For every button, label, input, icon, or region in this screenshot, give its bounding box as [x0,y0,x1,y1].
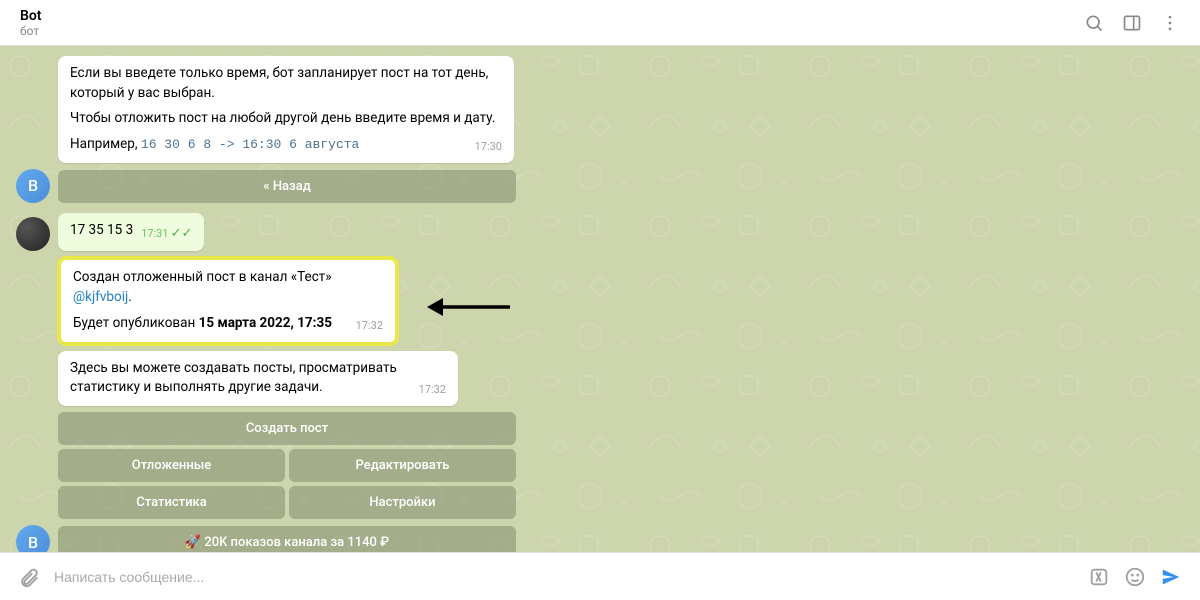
inline-button-create-post[interactable]: Создать пост [58,412,516,445]
message-row: B « Назад [16,169,1184,203]
user-message-bubble[interactable]: 17 35 15 3 17:31 ✓✓ [58,213,204,252]
message-text: Здесь вы можете создавать посты, просмат… [70,360,397,396]
bot-message-bubble[interactable]: Если вы введете только время, бот заплан… [58,56,514,163]
message-time: 17:32 [356,318,383,334]
message-input[interactable] [54,569,1074,585]
message-text: Будет опубликован [73,315,199,331]
message-time: 17:32 [419,382,446,398]
inline-button-settings[interactable]: Настройки [289,486,516,519]
inline-button-back[interactable]: « Назад [58,170,516,203]
inline-keyboard: Создать пост Отложенные Редактировать Ст… [58,412,516,519]
message-text: 17 35 15 3 [70,222,133,238]
message-time: 17:31 ✓✓ [141,225,192,244]
user-avatar[interactable] [16,217,50,251]
sidebar-toggle-icon[interactable] [1122,13,1142,33]
message-bold-date: 15 марта 2022, 17:35 [199,315,332,331]
chat-area: Если вы введете только время, бот заплан… [0,46,1200,552]
search-icon[interactable] [1084,13,1104,33]
read-checks-icon: ✓✓ [171,225,193,244]
code-example: 16 30 6 8 -> 16:30 6 августа [141,137,359,152]
channel-mention[interactable]: @kjfvboij [73,289,128,305]
inline-button-edit[interactable]: Редактировать [289,449,516,482]
chat-header: Bot бот [0,0,1200,46]
send-icon[interactable] [1160,566,1182,588]
message-row: Если вы введете только время, бот заплан… [16,56,1184,163]
inline-button-stats[interactable]: Статистика [58,486,285,519]
message-row: Создан отложенный пост в канал «Тест» @k… [16,257,1184,344]
chat-title-block[interactable]: Bot бот [20,8,42,38]
bot-message-bubble-highlighted[interactable]: Создан отложенный пост в канал «Тест» @k… [58,257,398,344]
message-row: B 🚀 20K показов канала за 1140 ₽ [16,525,1184,552]
chat-title: Bot [20,8,42,24]
message-text: Если вы введете только время, бот заплан… [70,65,488,101]
inline-button-promo[interactable]: 🚀 20K показов канала за 1140 ₽ [58,526,516,552]
message-time: 17:30 [475,139,502,155]
bot-avatar[interactable]: B [16,169,50,203]
message-row: 17 35 15 3 17:31 ✓✓ [16,213,1184,252]
message-text: Чтобы отложить пост на любой другой день… [70,110,495,126]
message-text: Создан отложенный пост в канал «Тест» [73,269,332,285]
emoji-icon[interactable] [1124,566,1146,588]
message-input-bar [0,552,1200,600]
attach-icon[interactable] [18,566,40,588]
message-text: Например, [70,136,141,152]
bot-commands-icon[interactable] [1088,566,1110,588]
bot-avatar[interactable]: B [16,525,50,552]
bot-message-bubble[interactable]: Здесь вы можете создавать посты, просмат… [58,351,458,407]
message-text: . [128,289,132,305]
chat-subtitle: бот [20,24,42,38]
inline-button-delayed[interactable]: Отложенные [58,449,285,482]
more-icon[interactable] [1160,13,1180,33]
message-row: Здесь вы можете создавать посты, просмат… [16,351,1184,407]
